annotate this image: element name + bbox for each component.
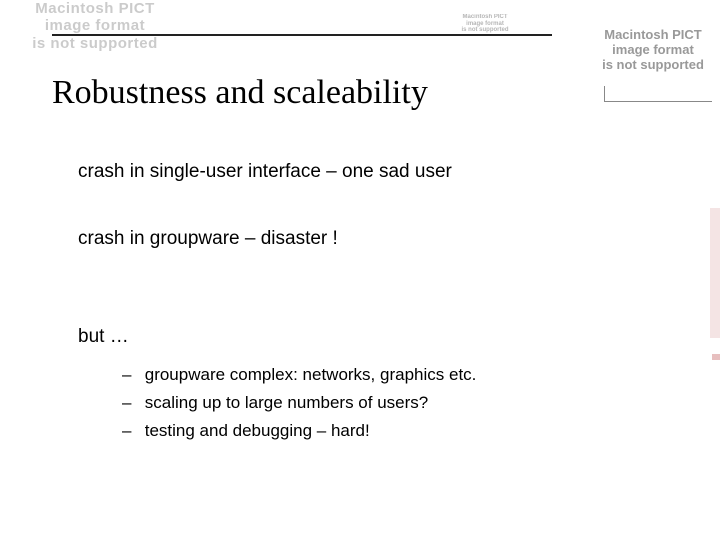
pict-line-1: Macintosh PICT <box>420 14 550 21</box>
pict-line-3: is not supported <box>0 35 190 52</box>
pict-line-3: is not supported <box>588 58 718 73</box>
right-red-strip <box>710 208 720 338</box>
corner-box-decor <box>604 86 712 102</box>
body-line-3: but … <box>78 325 638 350</box>
pict-line-2: image format <box>588 43 718 58</box>
slide-body: crash in single-user interface – one sad… <box>78 160 638 448</box>
pict-line-1: Macintosh PICT <box>588 28 718 43</box>
sub-bullet-text: testing and debugging – hard! <box>145 421 370 440</box>
sub-bullet-text: groupware complex: networks, graphics et… <box>145 365 477 384</box>
sub-bullet-list: – groupware complex: networks, graphics … <box>122 364 638 442</box>
slide-title: Robustness and scaleability <box>52 74 428 112</box>
sub-bullet-item: – scaling up to large numbers of users? <box>122 392 638 414</box>
pict-line-2: image format <box>0 17 190 34</box>
right-red-dot <box>712 354 720 360</box>
body-line-1: crash in single-user interface – one sad… <box>78 160 638 185</box>
sub-bullet-item: – testing and debugging – hard! <box>122 420 638 442</box>
sub-bullet-text: scaling up to large numbers of users? <box>145 393 429 412</box>
body-line-2: crash in groupware – disaster ! <box>78 227 638 252</box>
dash-icon: – <box>122 364 140 386</box>
dash-icon: – <box>122 392 140 414</box>
pict-error-tiny: Macintosh PICT image format is not suppo… <box>420 14 550 34</box>
pict-line-2: image format <box>420 21 550 28</box>
slide: Macintosh PICT image format is not suppo… <box>0 0 720 540</box>
sub-bullet-item: – groupware complex: networks, graphics … <box>122 364 638 386</box>
pict-line-3: is not supported <box>420 27 550 34</box>
pict-error-right: Macintosh PICT image format is not suppo… <box>588 28 718 73</box>
pict-line-1: Macintosh PICT <box>0 0 190 17</box>
dash-icon: – <box>122 420 140 442</box>
pict-error-top-left: Macintosh PICT image format is not suppo… <box>0 0 190 52</box>
